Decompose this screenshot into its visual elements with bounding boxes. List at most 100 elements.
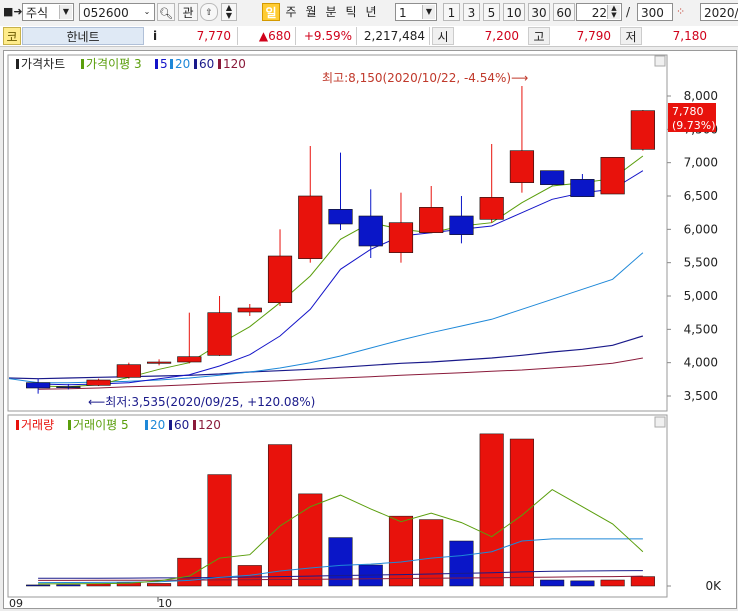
panel-maximize-icon[interactable] <box>654 416 666 428</box>
x-axis-label: 10 <box>158 597 172 608</box>
spin-updown-icon[interactable]: ▲ ▼ <box>221 3 237 21</box>
date-input[interactable]: 2020/1 <box>700 3 738 21</box>
candle-body <box>146 361 172 364</box>
settings-icon[interactable]: ⁘ <box>676 3 694 21</box>
tab-period-0[interactable]: 일 <box>262 3 280 21</box>
volume-axis-label: 0K <box>705 579 722 593</box>
volume-bar <box>207 474 232 587</box>
candle-body <box>570 179 595 197</box>
chevron-down-icon[interactable]: ⌄ <box>141 5 153 19</box>
candle-body <box>116 364 141 378</box>
interval-button-60[interactable]: 60 <box>553 3 575 21</box>
volume-bar <box>147 583 172 587</box>
market-select-value: 주식 <box>26 6 49 20</box>
total-count-value: 300 <box>641 6 664 20</box>
price-legend: 가격차트 가격이평 3 5 20 60 120 <box>16 57 246 71</box>
high-price: 7,790 <box>576 29 611 43</box>
price-axis-label: 6,500 <box>684 189 718 203</box>
candle-body <box>630 110 655 150</box>
tab-period-2[interactable]: 월 <box>302 3 320 21</box>
tab-period-1[interactable]: 주 <box>282 3 300 21</box>
price-axis-label: 5,500 <box>684 256 718 270</box>
volume-bar <box>630 576 655 587</box>
current-price-tag-pct: (9.73%) <box>672 119 716 132</box>
candle-body <box>26 382 51 389</box>
volume-bar <box>298 493 323 587</box>
chevron-down-icon[interactable]: ▼ <box>59 5 72 19</box>
total-count-input[interactable]: 300 <box>637 3 673 21</box>
price-axis-label: 8,000 <box>684 89 718 103</box>
price-axis-label: 7,000 <box>684 156 718 170</box>
legend-ma60: 60 <box>199 57 214 71</box>
volume-bar <box>388 515 414 587</box>
stock-code-value: 052600 <box>83 6 129 20</box>
stepper-up-icon[interactable]: ⇧ <box>200 3 218 21</box>
x-axis-label: 09 <box>9 597 23 608</box>
interval-button-10[interactable]: 10 <box>503 3 525 21</box>
market-select[interactable]: 주식 ▼ <box>22 3 74 21</box>
search-button[interactable]: 🔍︎ <box>157 3 175 21</box>
candle-body <box>540 170 565 185</box>
low-label: 저 <box>620 27 642 45</box>
market-tag-badge: 코 <box>3 27 21 45</box>
display-count-input[interactable]: 22 ▲ ▼ <box>576 3 622 21</box>
interval-select[interactable]: 1 ▼ <box>395 3 437 21</box>
volume-bar <box>26 584 51 587</box>
candle-body <box>177 356 202 363</box>
max-price-annotation: 최고:8,150(2020/10/22, -4.54%)⟶ <box>322 71 528 85</box>
interval-select-value: 1 <box>399 6 407 20</box>
volume-bar <box>509 438 534 587</box>
current-price-tag-value: 7,780 <box>672 105 704 118</box>
low-price: 7,180 <box>672 29 707 43</box>
stock-chart-svg[interactable]: 가격차트 가격이평 3 5 20 60 120 거래량 거래이평 5 20 60… <box>4 51 736 610</box>
tab-period-4[interactable]: 틱 <box>342 3 360 21</box>
arrow-right-icon[interactable]: ■➜ <box>3 3 23 21</box>
chart-area[interactable]: 가격차트 가격이평 3 5 20 60 120 거래량 거래이평 5 20 60… <box>3 50 737 610</box>
price-axis-label: 3,500 <box>684 389 718 403</box>
candle-body <box>419 207 444 233</box>
candle-body <box>509 150 535 183</box>
price-axis-label: 6,000 <box>684 222 718 236</box>
interval-button-3[interactable]: 3 <box>463 3 480 21</box>
candle-body <box>449 215 474 235</box>
stock-name: 한네트 <box>22 27 144 45</box>
current-price-tag: 7,780 (9.73%) <box>668 103 716 132</box>
volume-value: 2,217,484 <box>358 27 430 45</box>
candle-body <box>298 195 323 259</box>
volume-bar <box>177 557 202 587</box>
candle-body <box>86 379 111 386</box>
candle-body <box>56 386 81 388</box>
candle-body <box>388 222 414 253</box>
price-axis-label: 4,000 <box>684 356 718 370</box>
candle-body <box>479 197 504 220</box>
ma60-extension <box>8 377 39 380</box>
interval-button-5[interactable]: 5 <box>483 3 500 21</box>
volume-bar <box>56 584 81 587</box>
legend-vma60: 60 <box>174 418 189 432</box>
tab-period-5[interactable]: 년 <box>362 3 380 21</box>
display-count-value: 22 <box>591 6 607 20</box>
volume-bar <box>419 519 444 587</box>
toolbar: ■➜ 주식 ▼ 052600 ⌄ 🔍︎ 관 ⇧ ▲ ▼ 일주월분틱년 1 ▼ 13… <box>0 0 738 27</box>
panel-maximize-icon[interactable] <box>654 55 666 67</box>
stock-code-input[interactable]: 052600 ⌄ <box>79 3 155 21</box>
legend-ma3: 가격이평 3 <box>86 57 142 71</box>
legend-volume-title: 거래량 <box>21 418 54 432</box>
open-label: 시 <box>432 27 454 45</box>
interval-button-1[interactable]: 1 <box>443 3 460 21</box>
change-percent: +9.59% <box>297 27 357 45</box>
gwan-button[interactable]: 관 <box>178 3 198 21</box>
candle-body <box>237 307 262 313</box>
chevron-down-icon[interactable]: ▼ <box>422 5 435 19</box>
info-icon[interactable]: i <box>148 27 162 45</box>
legend-vma120: 120 <box>198 418 221 432</box>
volume-bar <box>570 580 595 587</box>
volume-bar <box>540 579 565 587</box>
tab-period-3[interactable]: 분 <box>322 3 340 21</box>
candle-body <box>207 312 232 356</box>
interval-button-30[interactable]: 30 <box>528 3 550 21</box>
legend-price-title: 가격차트 <box>21 57 65 71</box>
quote-info-bar: 코 한네트 i 7,770 ▲680 +9.59% 2,217,484 시 7,… <box>0 26 738 47</box>
volume-bar <box>267 444 293 587</box>
spin-icon[interactable]: ▲ ▼ <box>607 5 620 19</box>
